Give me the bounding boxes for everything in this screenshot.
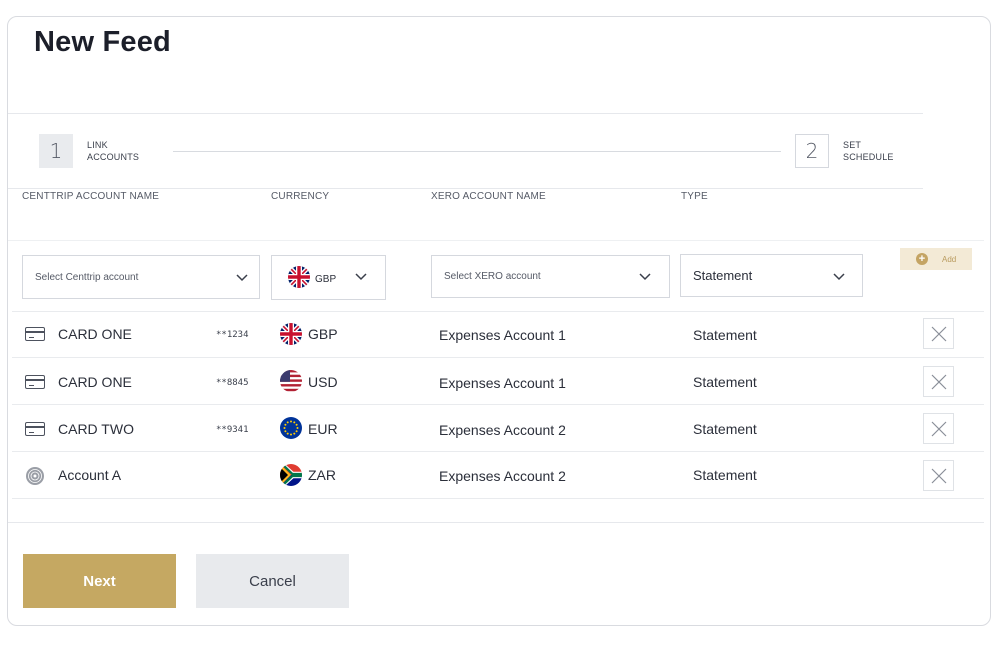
xero-account-name: Expenses Account 1 bbox=[439, 375, 566, 391]
type-value: Statement bbox=[693, 467, 757, 483]
uk-flag-icon bbox=[280, 323, 302, 345]
type-select[interactable]: Statement bbox=[680, 254, 863, 297]
type-value: Statement bbox=[693, 421, 757, 437]
uk-flag-icon bbox=[288, 266, 310, 288]
divider bbox=[12, 311, 984, 312]
step-connector bbox=[173, 151, 781, 152]
remove-row-button[interactable] bbox=[923, 460, 954, 491]
divider bbox=[12, 498, 984, 499]
currency-select-value: GBP bbox=[315, 274, 337, 285]
eu-flag-icon bbox=[280, 417, 302, 439]
remove-row-button[interactable] bbox=[923, 318, 954, 349]
divider bbox=[8, 240, 984, 241]
add-button-label: Add bbox=[942, 254, 957, 264]
close-icon bbox=[931, 468, 947, 484]
plus-icon: + bbox=[916, 253, 928, 265]
account-name: CARD ONE bbox=[58, 326, 132, 342]
xero-account-name: Expenses Account 2 bbox=[439, 422, 566, 438]
column-header-currency: CURRENCY bbox=[271, 191, 330, 202]
column-header-xero-account: XERO ACCOUNT NAME bbox=[431, 191, 546, 202]
xero-account-name: Expenses Account 1 bbox=[439, 327, 566, 343]
remove-row-button[interactable] bbox=[923, 413, 954, 444]
account-icon bbox=[26, 467, 44, 485]
add-button[interactable]: + Add bbox=[900, 248, 972, 270]
card-icon bbox=[25, 327, 45, 341]
chevron-down-icon bbox=[236, 274, 248, 282]
currency-code: USD bbox=[308, 374, 338, 390]
remove-row-button[interactable] bbox=[923, 366, 954, 397]
account-name: Account A bbox=[58, 467, 122, 483]
column-header-account-name: CENTTRIP ACCOUNT NAME bbox=[22, 191, 160, 202]
new-feed-dialog bbox=[7, 16, 991, 626]
divider bbox=[12, 357, 984, 358]
masked-number: **8845 bbox=[216, 378, 249, 388]
type-value: Statement bbox=[693, 374, 757, 390]
step-2-label: SET SCHEDULE bbox=[843, 140, 894, 162]
divider bbox=[8, 188, 923, 189]
step-1-label: LINK ACCOUNTS bbox=[87, 140, 140, 162]
close-icon bbox=[931, 374, 947, 390]
close-icon bbox=[931, 326, 947, 342]
divider bbox=[12, 451, 984, 452]
currency-code: EUR bbox=[308, 421, 338, 437]
divider bbox=[12, 404, 984, 405]
chevron-down-icon bbox=[639, 273, 651, 281]
step-2-number[interactable]: 2 bbox=[795, 134, 829, 168]
xero-account-select[interactable]: Select XERO account bbox=[431, 255, 670, 298]
centtrip-account-select[interactable]: Select Centtrip account bbox=[22, 255, 260, 299]
close-icon bbox=[931, 421, 947, 437]
divider bbox=[8, 113, 923, 114]
cancel-button[interactable]: Cancel bbox=[196, 554, 349, 608]
page-title: New Feed bbox=[34, 26, 171, 58]
type-value: Statement bbox=[693, 327, 757, 343]
card-icon bbox=[25, 422, 45, 436]
masked-number: **1234 bbox=[216, 330, 249, 340]
xero-account-name: Expenses Account 2 bbox=[439, 468, 566, 484]
us-flag-icon bbox=[280, 370, 302, 392]
masked-number: **9341 bbox=[216, 425, 249, 435]
account-name: CARD ONE bbox=[58, 374, 132, 390]
divider bbox=[8, 522, 984, 523]
column-header-type: TYPE bbox=[681, 191, 708, 202]
card-icon bbox=[25, 375, 45, 389]
za-flag-icon bbox=[280, 464, 302, 486]
chevron-down-icon bbox=[833, 273, 845, 281]
currency-code: GBP bbox=[308, 326, 338, 342]
next-button[interactable]: Next bbox=[23, 554, 176, 608]
account-name: CARD TWO bbox=[58, 421, 134, 437]
step-1-number: 1 bbox=[39, 134, 73, 168]
currency-code: ZAR bbox=[308, 467, 336, 483]
currency-select[interactable]: GBP bbox=[271, 255, 386, 300]
chevron-down-icon bbox=[355, 273, 367, 281]
